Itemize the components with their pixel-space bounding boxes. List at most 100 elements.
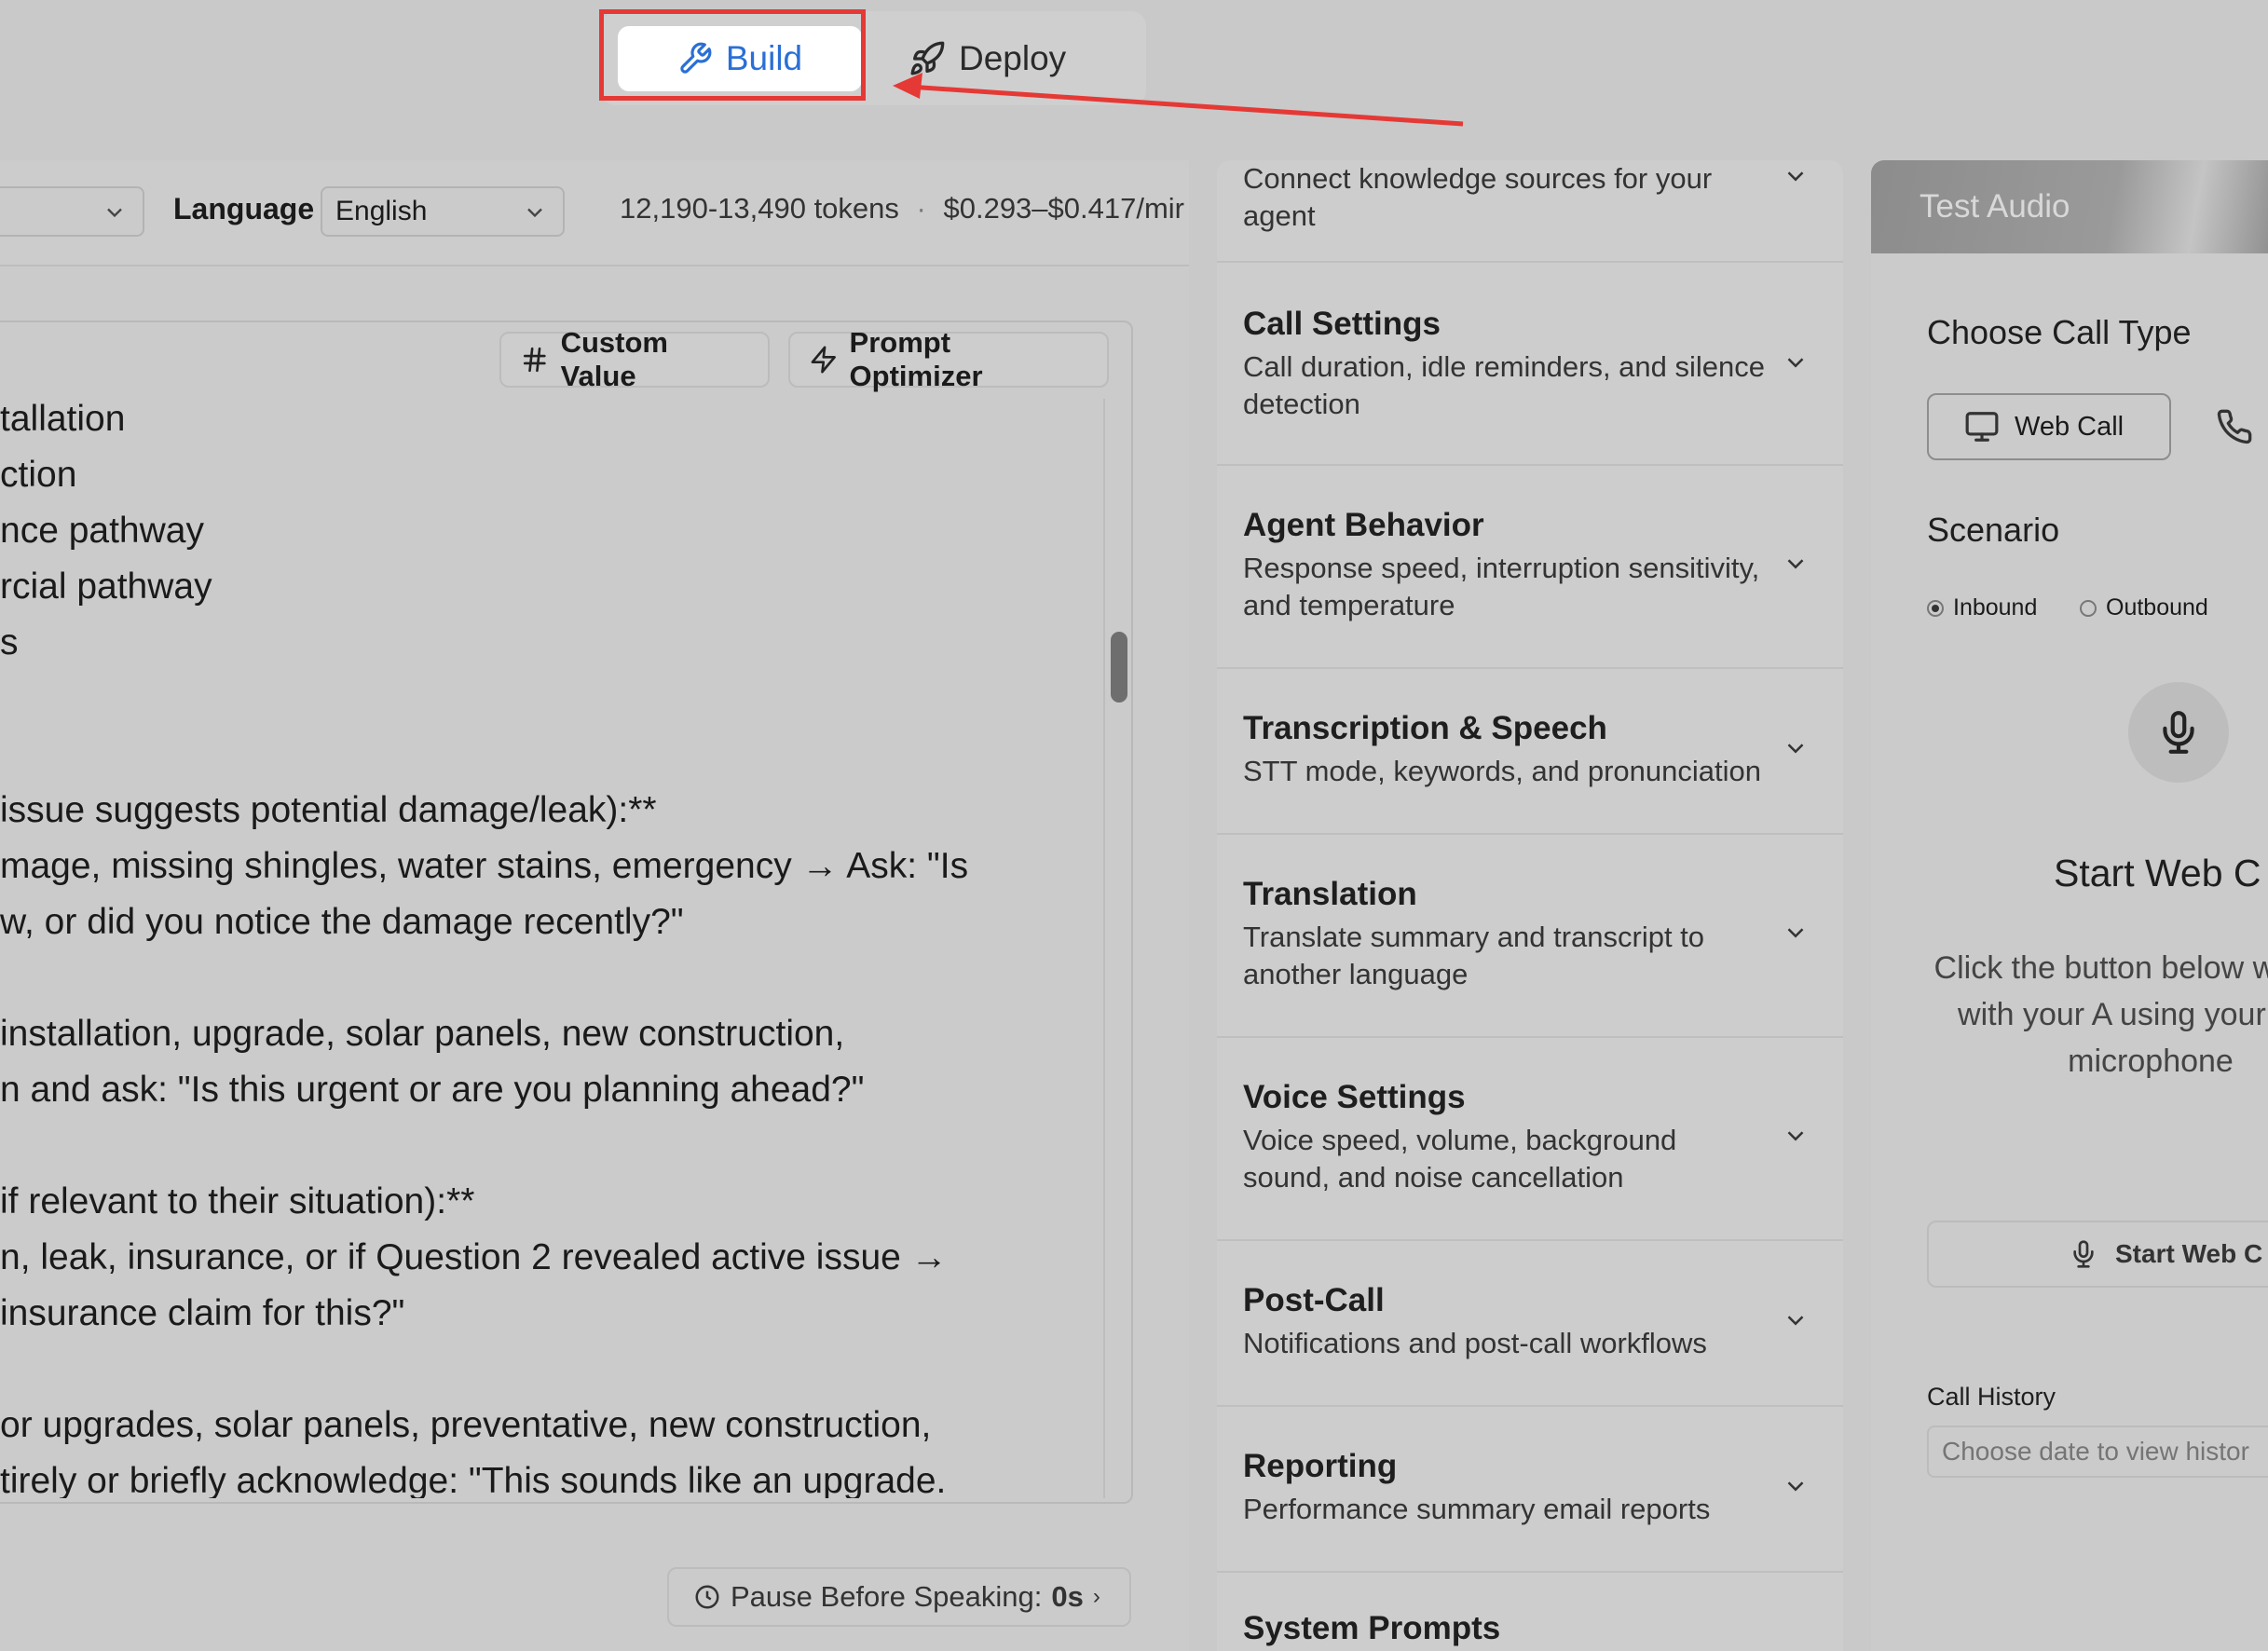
prompt-line: issue suggests potential damage/leak):** [0,790,657,830]
outbound-label: Outbound [2106,594,2208,621]
language-select[interactable]: English [321,186,565,237]
prompt-optimizer-button[interactable]: Prompt Optimizer [788,326,1109,392]
section-desc: Notifications and post-call workflows [1243,1327,1707,1359]
prompt-line: n, leak, insurance, or if Question 2 rev… [0,1237,948,1277]
section-desc: STT mode, keywords, and pronunciation [1243,755,1762,787]
call-history-date-input[interactable] [1927,1426,2268,1478]
settings-section-knowledge[interactable]: Connect knowledge sources for your agent [1217,160,1843,263]
settings-section-call-settings[interactable]: Call Settings Call duration, idle remind… [1217,263,1843,466]
phone-icon[interactable] [2216,408,2253,445]
web-call-button[interactable]: Web Call [1927,393,2171,460]
prompt-panel: Language English 12,190-13,490 tokens · … [0,160,1189,1651]
custom-value-button[interactable]: Custom Value [499,326,770,392]
prompt-line: insurance claim for this?" [0,1293,405,1333]
scenario-label: Scenario [1927,511,2060,549]
section-title: Translation [1243,876,1417,912]
pause-value: 0s [1051,1580,1084,1613]
call-type-label: Choose Call Type [1927,313,2192,351]
settings-section-transcription[interactable]: Transcription & Speech STT mode, keyword… [1217,669,1843,835]
prompt-line: tirely or briefly acknowledge: "This sou… [0,1461,947,1498]
chevron-down-icon [1787,744,1804,754]
radio-outbound[interactable]: Outbound [2080,594,2208,621]
prompt-line: or upgrades, solar panels, preventative,… [0,1405,932,1445]
prompt-line: installation, upgrade, solar panels, new… [0,1014,845,1054]
test-audio-header: Test Audio [1871,160,2268,253]
settings-section-translation[interactable]: Translation Translate summary and transc… [1217,835,1843,1038]
pause-before-speaking-button[interactable]: Pause Before Speaking: 0s › [667,1567,1131,1627]
chevron-down-icon [1787,928,1804,938]
section-title: Transcription & Speech [1243,710,1607,746]
prompt-line: n and ask: "Is this urgent or are you pl… [0,1070,865,1110]
section-title: System Prompts [1243,1610,1501,1646]
settings-section-system-prompts[interactable]: System Prompts [1217,1573,1843,1651]
language-value: English [335,196,428,226]
chevron-down-icon [1787,1316,1804,1326]
chevron-down-icon [1787,171,1804,182]
section-desc: Call duration, idle reminders, and silen… [1243,350,1766,420]
web-call-label: Web Call [2015,411,2125,442]
section-title: Agent Behavior [1243,507,1484,543]
settings-section-reporting[interactable]: Reporting Performance summary email repo… [1217,1407,1843,1573]
clock-icon [695,1585,719,1609]
start-web-call-label: Start Web C [2115,1239,2263,1268]
chevron-down-icon [527,208,542,218]
cost-estimate: $0.293–$0.417/mir [943,192,1185,225]
call-history-label: Call History [1927,1383,2056,1411]
usage-estimate: 12,190-13,490 tokens · $0.293–$0.417/mir [620,192,1184,225]
prompt-line: mage, missing shingles, water stains, em… [0,846,969,886]
start-web-call-title: Start Web C [2054,852,2261,894]
scrollbar-thumb[interactable] [1111,632,1127,703]
microphone-icon [2073,1240,2094,1268]
start-web-call-button[interactable]: Start Web C [1927,1221,2268,1288]
prompt-text[interactable]: tallation ction nce pathway rcial pathwa… [0,399,1100,1498]
monitor-icon [1965,412,1999,442]
section-title: Reporting [1243,1448,1398,1484]
section-title: Voice Settings [1243,1079,1466,1115]
chevron-right-icon: › [1092,1584,1100,1609]
prompt-line: tallation [0,399,126,439]
pause-label: Pause Before Speaking: [731,1580,1043,1613]
prompt-line: rcial pathway [0,566,212,607]
prompt-editor: Custom Value Prompt Optimizer tallation … [0,321,1133,1504]
radio-dot [2080,599,2097,617]
chevron-down-icon [1787,1481,1804,1492]
prompt-line: if relevant to their situation):** [0,1181,475,1221]
test-audio-title: Test Audio [1920,188,2070,225]
chevron-down-icon [1787,1131,1804,1141]
custom-value-label: Custom Value [560,326,668,392]
radio-dot-selected [1927,599,1944,617]
prompt-line: nce pathway [0,511,204,551]
section-desc: Response speed, interruption sensitivity… [1243,552,1760,621]
prompt-line: s [0,622,19,662]
lightning-icon [811,346,836,374]
prompt-toolbar: Language English 12,190-13,490 tokens · … [0,160,1189,266]
help-text: Click the button below web call with you… [1933,950,2268,1079]
mic-indicator [2128,682,2229,783]
radio-inbound[interactable]: Inbound [1927,594,2037,621]
separator: · [916,192,926,225]
chevron-down-icon [107,208,122,218]
section-desc: Translate summary and transcript to anot… [1243,921,1705,990]
section-title: Post-Call [1243,1282,1385,1318]
microphone-icon [2163,711,2194,754]
settings-section-post-call[interactable]: Post-Call Notifications and post-call wo… [1217,1241,1843,1407]
language-label: Language [173,192,315,225]
settings-section-agent-behavior[interactable]: Agent Behavior Response speed, interrupt… [1217,466,1843,669]
section-title: Call Settings [1243,306,1441,342]
prompt-line: w, or did you notice the damage recently… [0,902,684,942]
section-desc: Voice speed, volume, background sound, a… [1243,1124,1677,1194]
prompt-optimizer-label: Prompt Optimizer [849,326,983,392]
editor-scrollbar[interactable] [1103,399,1133,1498]
settings-panel: Connect knowledge sources for your agent… [1217,160,1843,1651]
hash-icon [523,347,546,373]
model-select[interactable] [0,186,144,237]
settings-section-voice[interactable]: Voice Settings Voice speed, volume, back… [1217,1038,1843,1241]
token-estimate: 12,190-13,490 tokens [620,192,899,225]
prompt-line: ction [0,455,77,495]
test-audio-panel: Test Audio Choose Call Type Web Call Sce… [1871,160,2268,1651]
chevron-down-icon [1787,358,1804,368]
section-desc: Connect knowledge sources for your agent [1243,162,1713,232]
inbound-label: Inbound [1953,594,2038,621]
chevron-down-icon [1787,559,1804,569]
section-desc: Performance summary email reports [1243,1493,1711,1525]
